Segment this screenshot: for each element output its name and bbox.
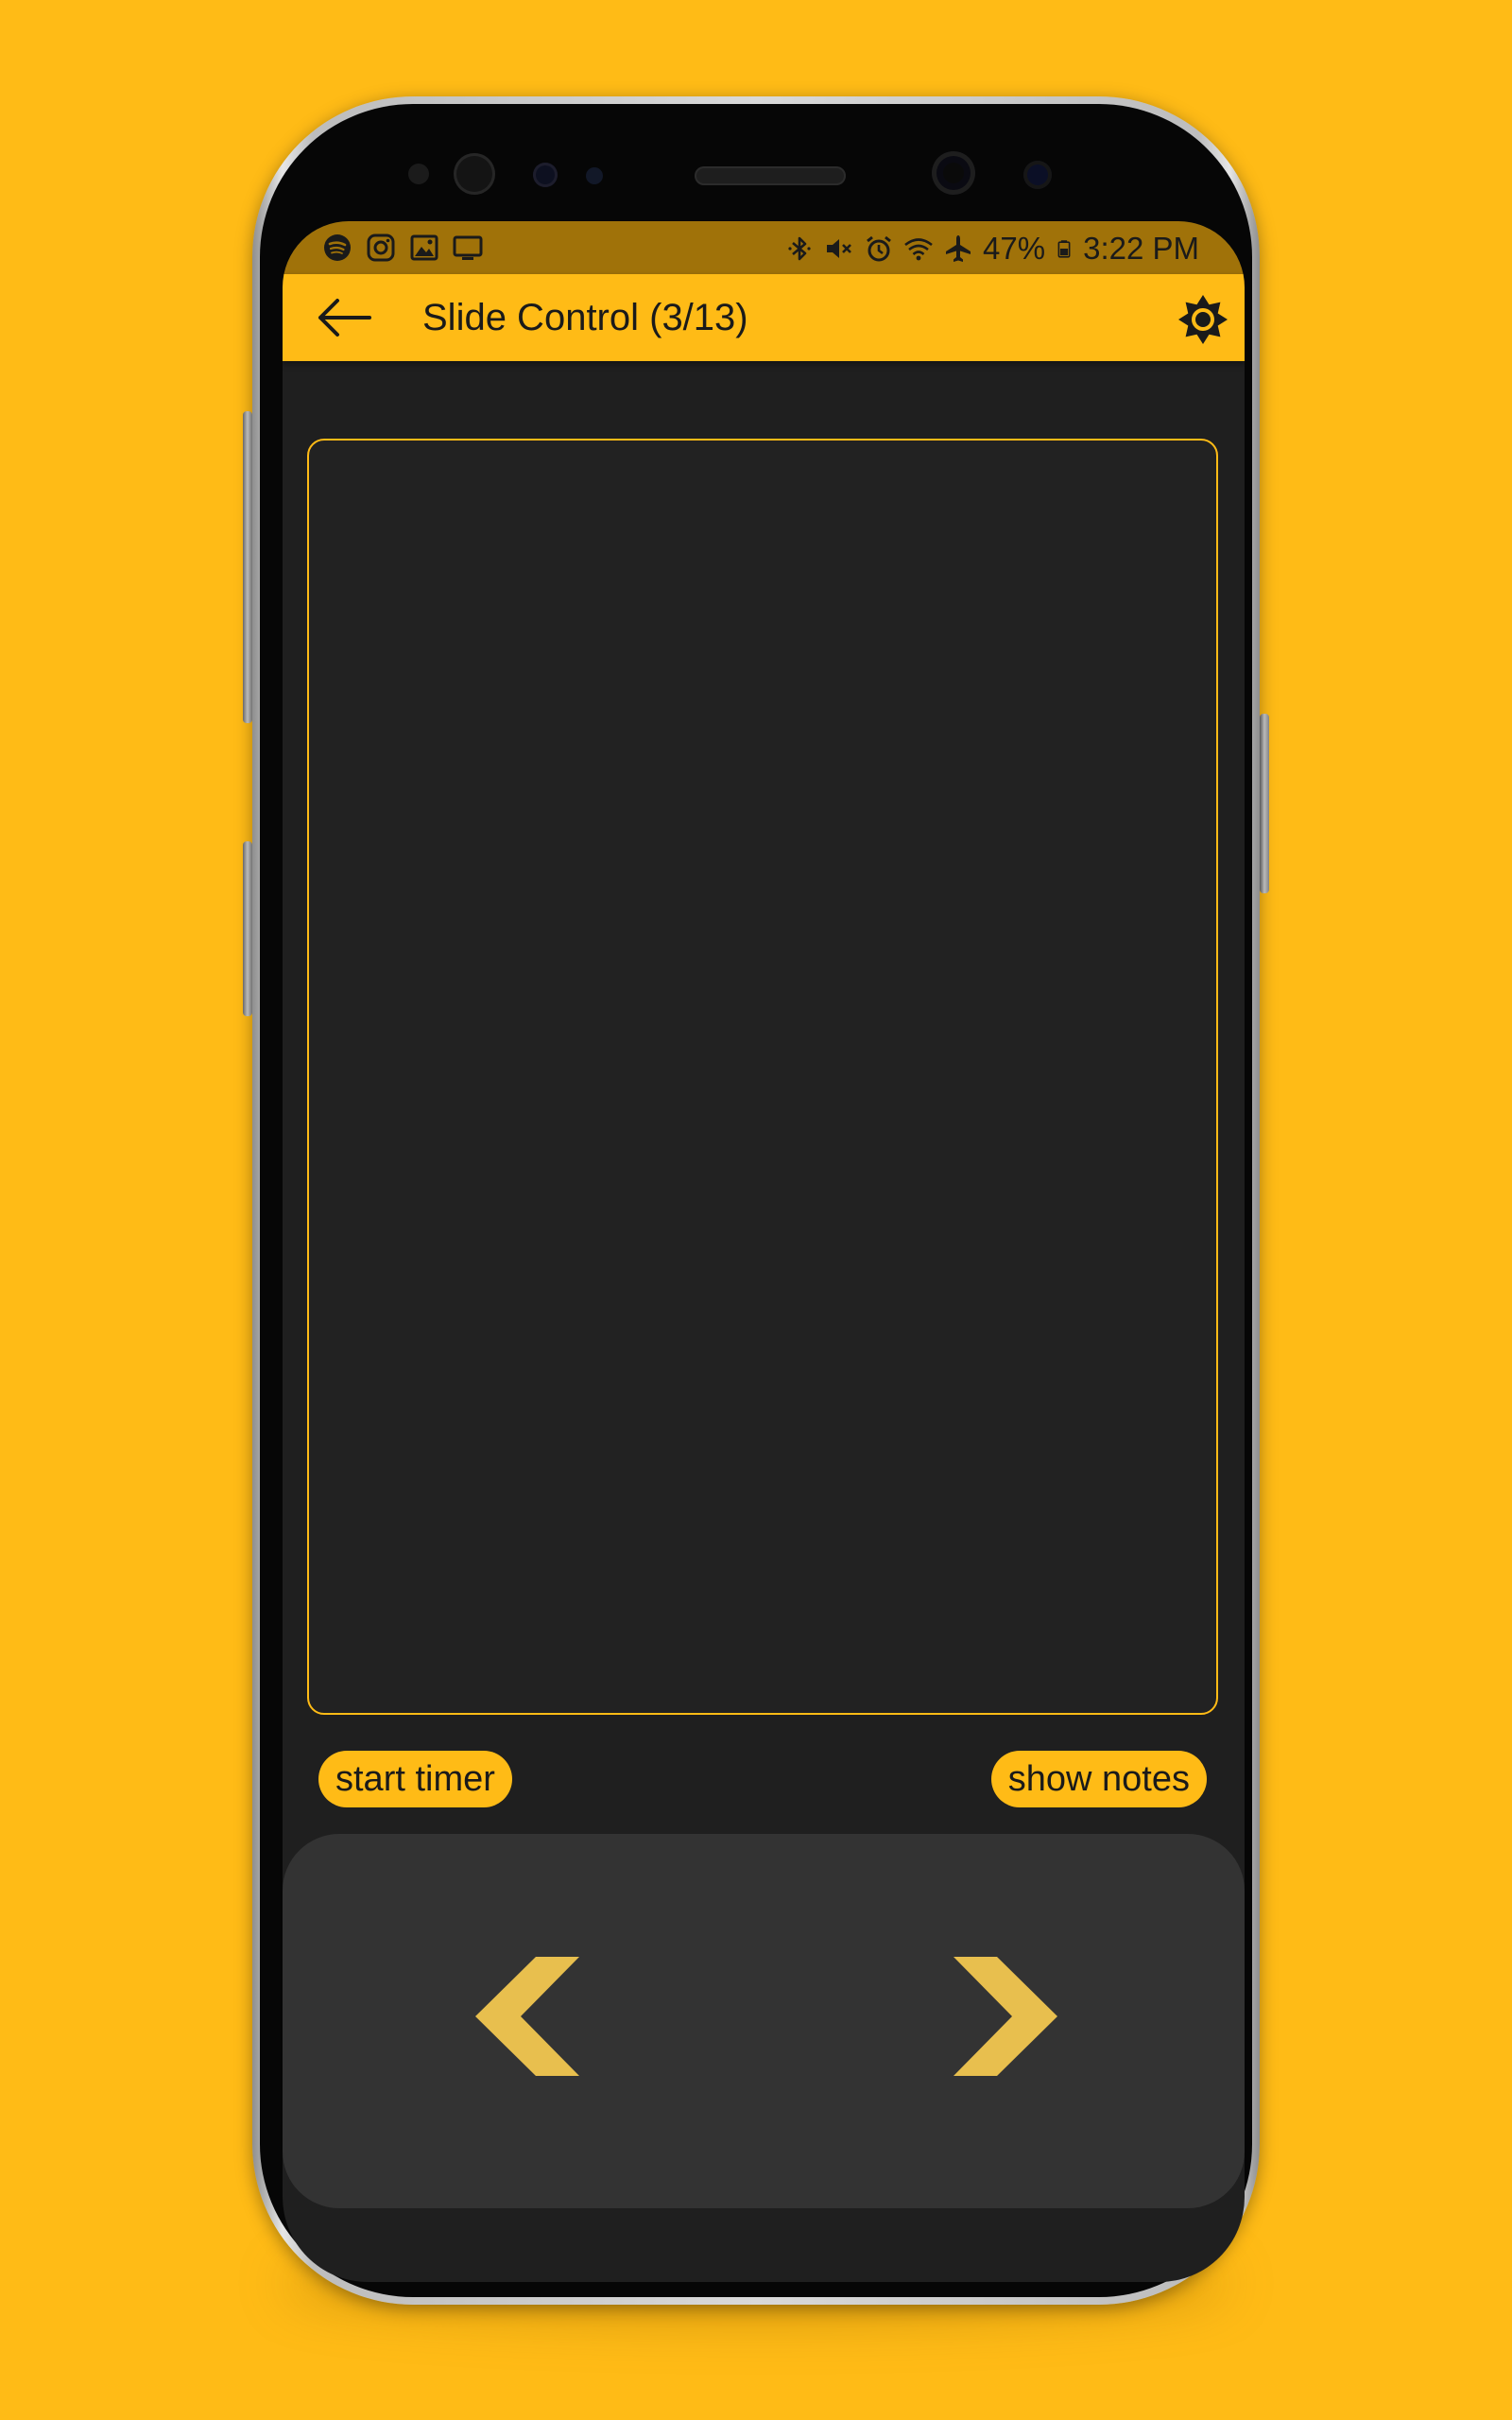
chevron-left-icon[interactable]: [475, 1957, 579, 2076]
wifi-icon: [904, 238, 933, 261]
battery-percent: 47%: [983, 231, 1046, 266]
back-button[interactable]: [313, 291, 373, 344]
mute-icon: [827, 239, 851, 258]
status-time: 3:22 PM: [1083, 231, 1199, 266]
app-bar: Slide Control (3/13): [283, 274, 1245, 361]
status-bar: 47% 3:22 PM: [283, 221, 1245, 274]
iris-camera: [1023, 161, 1052, 189]
chevron-right-icon[interactable]: [954, 1957, 1057, 2076]
battery-icon: [1057, 240, 1071, 258]
light-sensor: [533, 163, 558, 187]
cast-icon: [453, 235, 483, 260]
led-sensor: [586, 167, 603, 184]
proximity-sensor: [408, 164, 429, 184]
show-notes-button[interactable]: show notes: [990, 1751, 1207, 1807]
start-timer-button[interactable]: start timer: [318, 1751, 512, 1807]
bluetooth-icon: [788, 236, 811, 261]
front-camera: [932, 151, 975, 195]
phone-screen: 47% 3:22 PM Slide Control (3/13) start t…: [283, 221, 1245, 2282]
brightness-icon: [1178, 295, 1228, 344]
alarm-icon: [867, 235, 891, 262]
phone-power-button: [1260, 714, 1269, 893]
airplane-icon: [946, 235, 971, 262]
settings-button[interactable]: [1175, 291, 1231, 348]
phone-bixby-button: [243, 841, 252, 1016]
phone-volume-button: [243, 411, 252, 723]
spotify-icon: [324, 234, 351, 261]
gallery-icon: [410, 234, 438, 261]
phone-bezel: 47% 3:22 PM Slide Control (3/13) start t…: [260, 104, 1252, 2297]
navigation-panel: [283, 1834, 1245, 2208]
iris-sensor: [454, 153, 495, 195]
page-title: Slide Control (3/13): [422, 297, 748, 338]
earpiece-speaker: [695, 166, 846, 185]
system-status: 47% 3:22 PM: [784, 231, 1199, 267]
notification-icons: [322, 233, 483, 263]
phone-frame: 47% 3:22 PM Slide Control (3/13) start t…: [252, 96, 1260, 2305]
instagram-icon: [367, 233, 395, 262]
slide-preview[interactable]: [307, 439, 1218, 1715]
scene: 47% 3:22 PM Slide Control (3/13) start t…: [0, 0, 1512, 2420]
arrow-left-icon: [318, 299, 371, 337]
